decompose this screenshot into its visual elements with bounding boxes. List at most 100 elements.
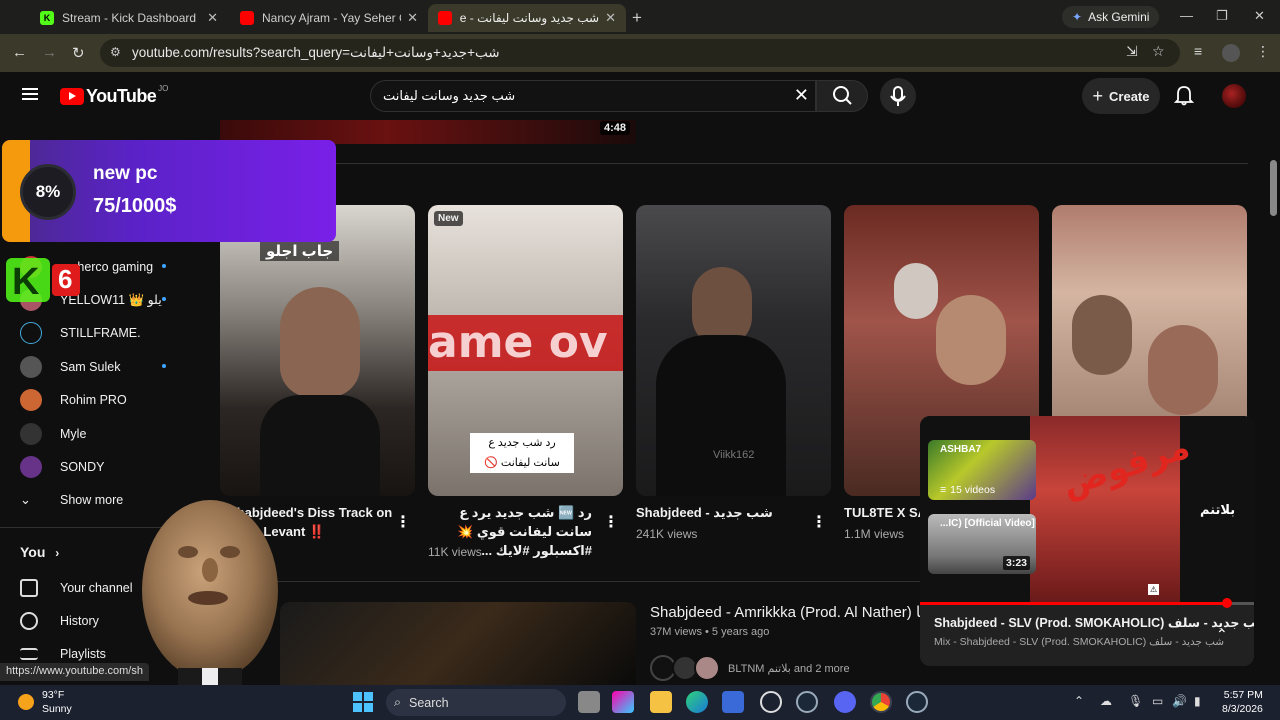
media-controls-icon[interactable]: ≡ [1194, 43, 1202, 59]
your-channel-icon [20, 578, 38, 597]
task-view-icon[interactable] [578, 691, 600, 713]
sidebar-item-myle[interactable]: Myle [0, 417, 200, 450]
short-thumbnail[interactable]: جاب اجلو [220, 205, 415, 496]
network-icon[interactable]: ▭ [1152, 694, 1163, 708]
clear-search-icon[interactable]: ✕ [794, 85, 809, 106]
new-tab-button[interactable]: + [632, 8, 642, 28]
window-close-button[interactable]: ✕ [1254, 8, 1265, 24]
history-icon [20, 611, 38, 630]
notifications-bell-icon[interactable] [1173, 84, 1195, 111]
mini-player-scrubber[interactable] [1222, 598, 1232, 608]
start-button[interactable] [352, 691, 374, 713]
more-options-icon[interactable]: ⋮ [395, 512, 411, 532]
results-divider [220, 581, 920, 582]
playlist-card[interactable]: ASHBA7 ≡ 15 videos [928, 440, 1036, 500]
kick-icon: K [40, 11, 54, 25]
maximize-button[interactable]: ❐ [1216, 8, 1228, 24]
close-icon[interactable]: ✕ [605, 10, 616, 26]
mini-player-title[interactable]: Shabjdeed - SLV (Prod. SMOKAHOLIC) شب جد… [934, 615, 1254, 630]
chrome-icon[interactable] [870, 691, 892, 713]
microsoft-store-icon[interactable] [722, 691, 744, 713]
short-title[interactable]: TUL8TE X SA... [844, 503, 920, 522]
more-options-icon[interactable]: ⋮ [603, 512, 619, 532]
battery-icon[interactable]: ▮ [1194, 694, 1201, 708]
cloud-icon[interactable]: ☁ [1100, 694, 1112, 708]
clock-date: 8/3/2026 [1222, 703, 1263, 715]
reload-button[interactable]: ↻ [72, 44, 85, 62]
taskbar-clock[interactable]: 5:57 PM 8/3/2026 [1222, 688, 1263, 716]
weather-widget[interactable]: 93°F Sunny [18, 688, 72, 716]
youtube-logo[interactable]: YouTube JO [60, 84, 168, 107]
bookmark-star-icon[interactable]: ☆ [1152, 43, 1165, 60]
video-thumbnail[interactable] [280, 602, 636, 686]
short-views: 241K views [636, 527, 698, 541]
chevron-up-icon[interactable]: ⌃ [1074, 694, 1084, 708]
taskbar-search[interactable]: ⌕ Search [386, 689, 566, 716]
chevron-up-icon[interactable]: ⌃ [1216, 626, 1228, 643]
scrollbar-thumb[interactable] [1270, 160, 1277, 216]
mini-player[interactable]: مرفوض ⚠ بلاتنم ASHBA7 ≡ 15 videos ...IC) … [920, 416, 1254, 666]
browser-menu-icon[interactable]: ⋮ [1256, 43, 1270, 60]
sidebar-item-label: Myle [60, 426, 87, 441]
search-button[interactable] [816, 80, 868, 112]
search-icon [833, 86, 852, 105]
back-button[interactable]: ← [12, 44, 27, 61]
minimize-button[interactable]: — [1180, 8, 1193, 23]
sidebar-item-label: Sam Sulek [60, 359, 121, 374]
ask-gemini-button[interactable]: ✦ Ask Gemini [1062, 6, 1160, 28]
video-title[interactable]: Shabjdeed - Amrikkka (Prod. Al Nather) ك… [650, 603, 928, 621]
close-icon[interactable]: ✕ [207, 10, 218, 26]
github-icon[interactable] [760, 691, 782, 713]
sidebar-item-label: Your channel [60, 580, 133, 595]
short-thumbnail[interactable]: Viikk162 [636, 205, 831, 496]
you-section-heading[interactable]: You › [20, 544, 59, 560]
url-field[interactable]: ⚙ youtube.com/results?search_query=شب+جد… [100, 39, 1180, 67]
sidebar-item-sondy[interactable]: SONDY [0, 450, 200, 483]
up-next-title: ...IC) [Official Video] [940, 518, 1035, 529]
forward-button[interactable]: → [42, 44, 57, 61]
copilot-icon[interactable] [612, 691, 634, 713]
close-icon[interactable]: ✕ [407, 10, 418, 26]
tab-youtube-search[interactable]: شب جديد وسانت ليفانت - YouTube ✕ [428, 4, 626, 32]
sidebar-item-sam-sulek[interactable]: Sam Sulek [0, 350, 200, 383]
steam-icon[interactable] [906, 691, 928, 713]
webcam-overlay [130, 498, 290, 688]
search-icon: ⌕ [394, 695, 402, 709]
guide-menu-icon[interactable] [22, 88, 38, 100]
up-next-card[interactable]: ...IC) [Official Video] 3:23 [928, 514, 1036, 574]
volume-icon[interactable]: 🔊 [1172, 694, 1187, 708]
playlist-count: ≡ 15 videos [940, 484, 995, 496]
account-avatar[interactable] [1222, 84, 1246, 108]
sidebar-item-stillframe[interactable]: STILLFRAME. [0, 316, 200, 349]
create-button[interactable]: + Create [1082, 78, 1160, 114]
sidebar-item-rohim-pro[interactable]: Rohim PRO [0, 383, 200, 416]
install-app-icon[interactable]: ⇲ [1126, 43, 1138, 60]
tab-kick-dashboard[interactable]: K Stream - Kick Dashboard ✕ [30, 4, 228, 32]
youtube-wordmark: YouTube [86, 86, 157, 106]
tab-nancy-ajram[interactable]: Nancy Ajram - Yay Seher Oyoun ✕ [230, 4, 428, 32]
voice-search-button[interactable] [880, 78, 916, 114]
more-options-icon[interactable]: ⋮ [811, 512, 827, 532]
steam-icon[interactable] [796, 691, 818, 713]
profile-avatar[interactable] [1222, 44, 1240, 62]
potato-avatar-image [142, 500, 278, 688]
gemini-label: Ask Gemini [1088, 10, 1150, 24]
site-info-icon[interactable]: ⚙ [110, 45, 121, 59]
new-content-dot [162, 264, 166, 268]
edge-browser-icon[interactable] [686, 691, 708, 713]
playlist-card-title: ASHBA7 [940, 444, 982, 455]
file-explorer-icon[interactable] [650, 691, 672, 713]
microphone-icon[interactable]: 🎙 [1128, 694, 1143, 708]
show-more-label: Show more [60, 492, 124, 507]
short-thumbnail[interactable]: New ame ov رد شب جديد ع سانت ليفانت 🚫 [428, 205, 623, 496]
search-input[interactable]: شب جديد وسانت ليفانت ✕ [370, 80, 816, 112]
channel-avatar [20, 388, 42, 411]
short-title[interactable]: Shabjdeed - شب جديد [636, 503, 802, 522]
channel-row[interactable]: BLTNM بلاتنم and 2 more [650, 655, 850, 681]
playlist-icon: ≡ [940, 484, 947, 496]
jacket-image [656, 335, 786, 496]
person-image [280, 287, 360, 397]
discord-icon[interactable] [834, 691, 856, 713]
short-overlay-text: جاب اجلو [260, 241, 340, 261]
short-views: 11K views [428, 545, 482, 559]
